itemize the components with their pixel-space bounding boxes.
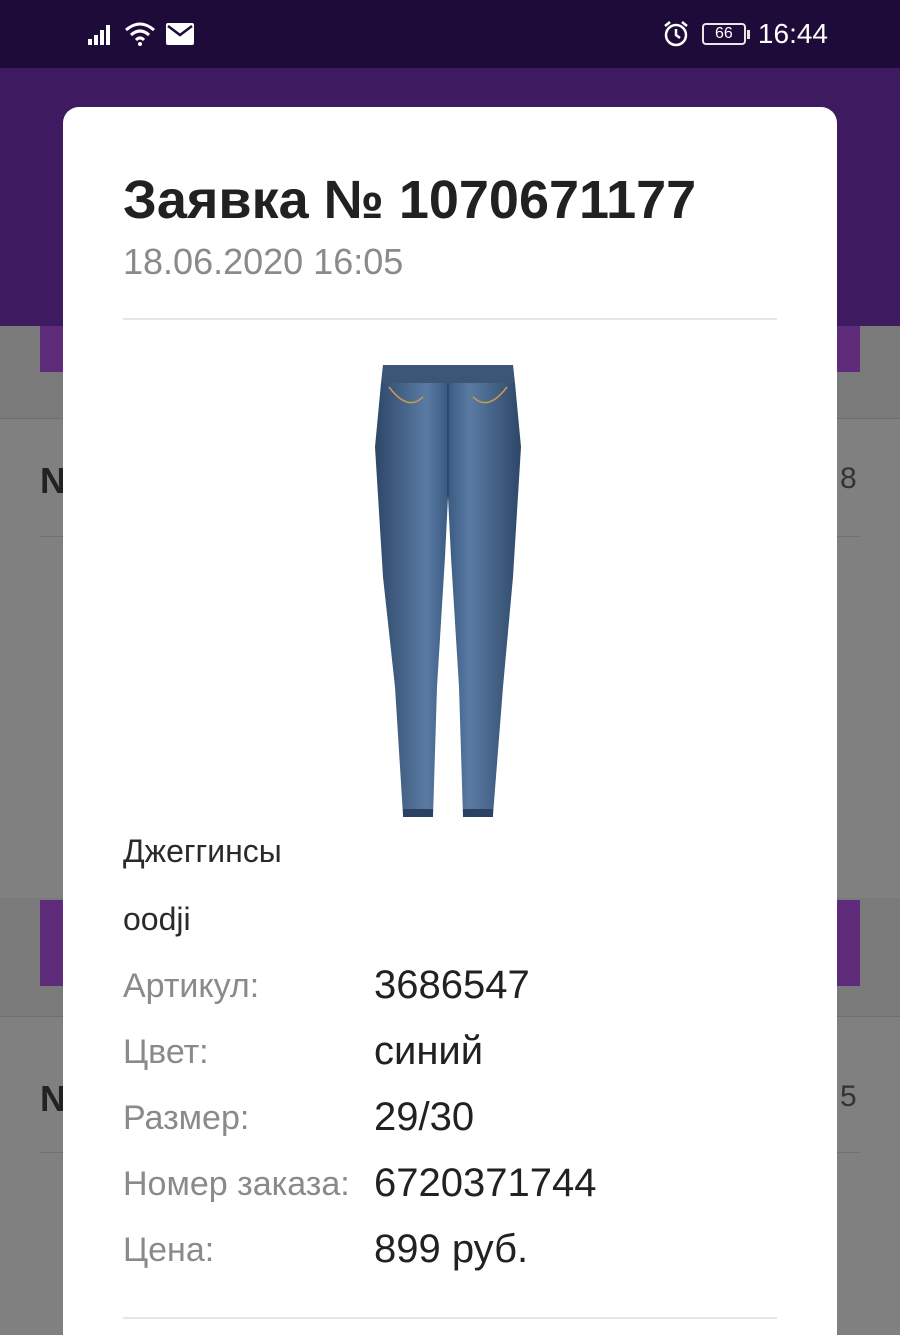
clock: 16:44 [757, 18, 828, 49]
detail-row-article: Артикул: 3686547 [123, 963, 777, 1011]
detail-row-price: Цена: 899 руб. [123, 1227, 777, 1275]
detail-row-color: Цвет: синий [123, 1029, 777, 1077]
alarm-icon [664, 21, 688, 47]
detail-value: 899 руб. [374, 1227, 529, 1271]
detail-value: 6720371744 [374, 1161, 597, 1205]
order-title: Заявка № 1070671177 [123, 170, 697, 230]
detail-label: Размер: [123, 1099, 250, 1137]
order-date: 18.06.2020 16:05 [123, 241, 404, 282]
product-image [375, 365, 521, 817]
wifi-icon [125, 22, 155, 46]
footer-divider [123, 1317, 777, 1319]
battery-indicator: 66 [701, 23, 750, 45]
status-icons-left [88, 20, 194, 48]
detail-value: синий [374, 1029, 484, 1073]
background-row-suffix: 8 [840, 462, 857, 495]
status-icons-right: 66 16:44 [662, 16, 828, 52]
detail-row-size: Размер: 29/30 [123, 1095, 777, 1143]
detail-label: Цена: [123, 1231, 215, 1269]
order-details-dialog: Заявка № 1070671177 18.06.2020 16:05 Дже… [63, 107, 837, 1335]
mail-icon [166, 23, 194, 45]
background-row-suffix: 5 [840, 1080, 857, 1113]
signal-icon [88, 25, 110, 45]
detail-label: Артикул: [123, 967, 260, 1005]
detail-label: Номер заказа: [123, 1165, 350, 1203]
header-divider [123, 318, 777, 320]
detail-label: Цвет: [123, 1033, 209, 1071]
product-brand: oodji [123, 901, 191, 937]
detail-value: 3686547 [374, 963, 530, 1007]
detail-row-order-number: Номер заказа: 6720371744 [123, 1161, 777, 1209]
product-name: Джеггинсы [123, 833, 282, 869]
detail-value: 29/30 [374, 1095, 475, 1139]
status-bar: 66 16:44 [0, 0, 900, 68]
